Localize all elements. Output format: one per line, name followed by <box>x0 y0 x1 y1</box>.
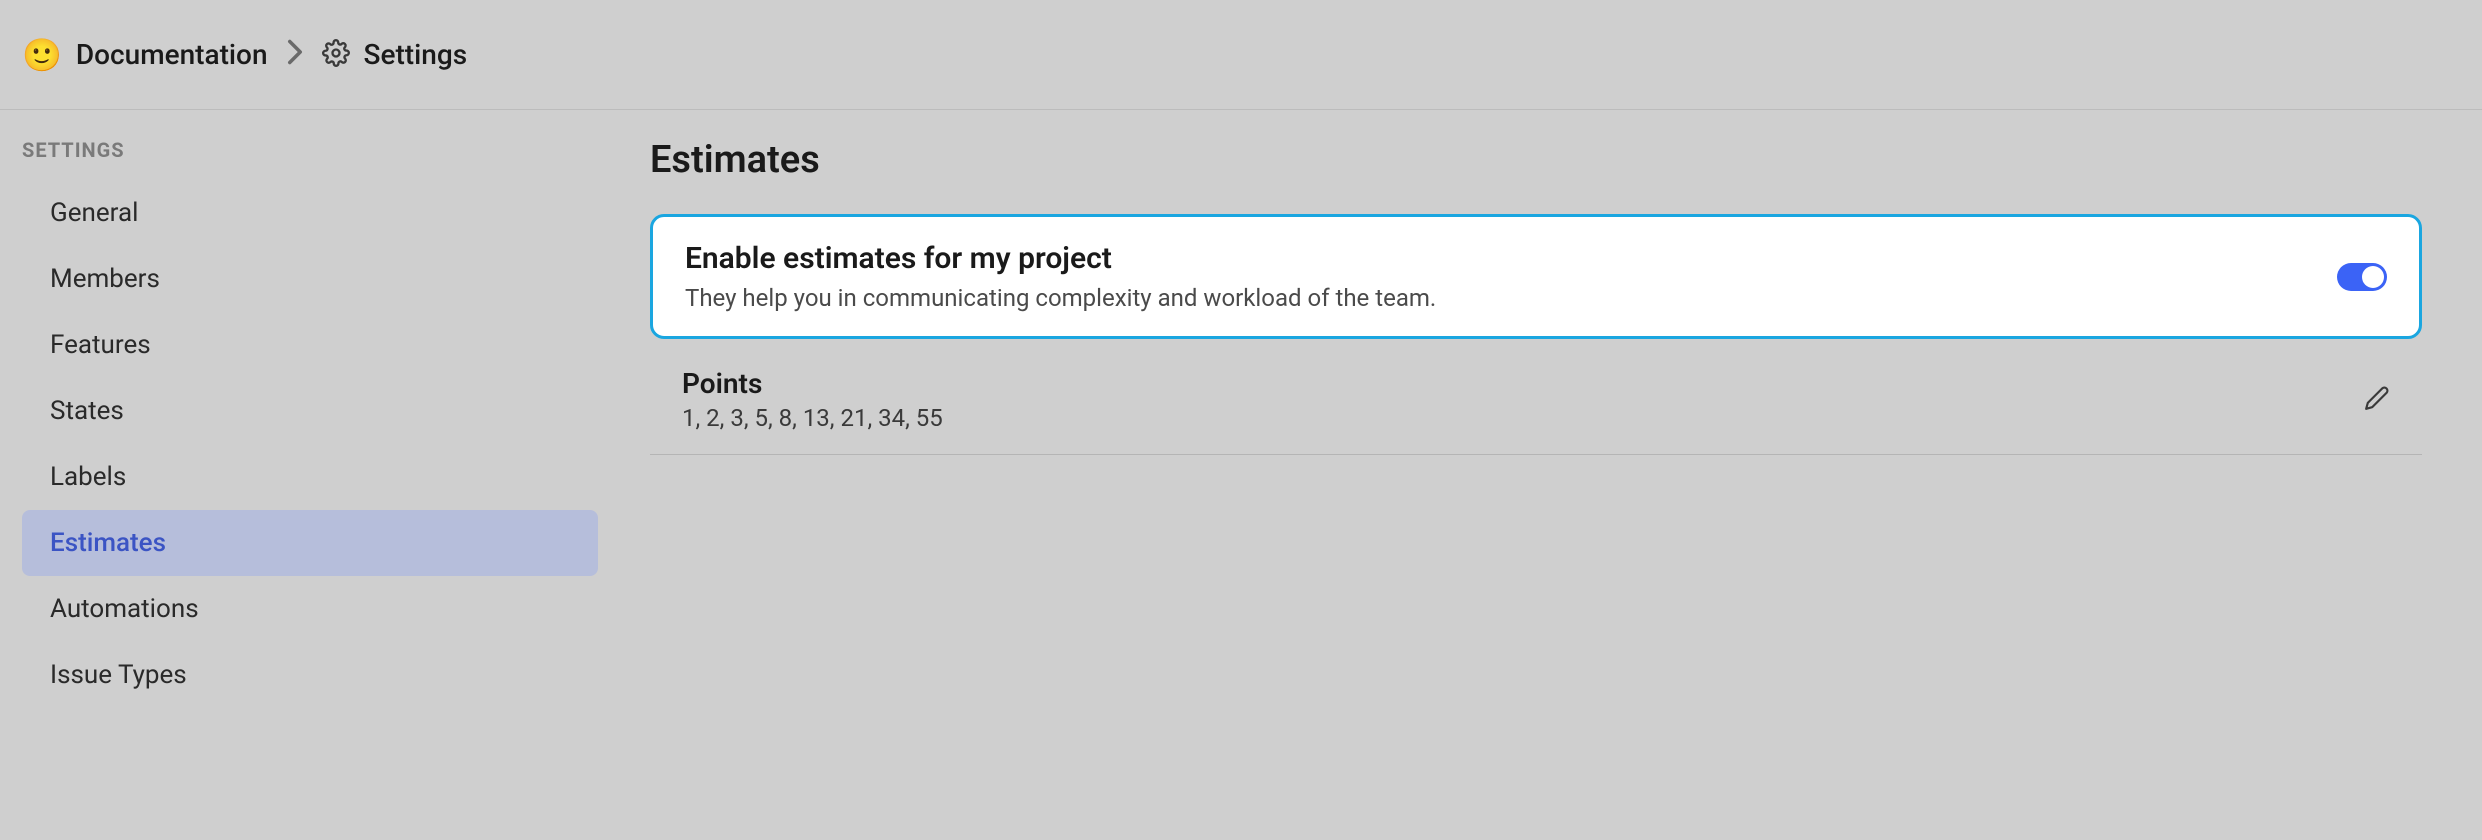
sidebar-item-members[interactable]: Members <box>22 246 598 312</box>
page-title: Estimates <box>650 138 2422 182</box>
breadcrumb-settings[interactable]: Settings <box>322 38 468 71</box>
sidebar-item-automations[interactable]: Automations <box>22 576 598 642</box>
breadcrumb-project[interactable]: 🙂 Documentation <box>22 38 268 71</box>
chevron-right-icon <box>286 38 304 72</box>
enable-estimates-title: Enable estimates for my project <box>685 241 2337 276</box>
breadcrumb-settings-label: Settings <box>364 38 468 71</box>
sidebar-item-issue-types[interactable]: Issue Types <box>22 642 598 708</box>
sidebar-heading: SETTINGS <box>22 138 598 180</box>
sidebar-item-general[interactable]: General <box>22 180 598 246</box>
main-content: Estimates Enable estimates for my projec… <box>620 138 2482 708</box>
settings-sidebar: SETTINGS General Members Features States… <box>0 138 620 708</box>
points-title: Points <box>682 367 2364 400</box>
enable-estimates-subtitle: They help you in communicating complexit… <box>685 284 2337 312</box>
sidebar-item-labels[interactable]: Labels <box>22 444 598 510</box>
points-values: 1, 2, 3, 5, 8, 13, 21, 34, 55 <box>682 404 2364 432</box>
gear-icon <box>322 39 350 71</box>
edit-icon[interactable] <box>2364 385 2390 415</box>
points-text: Points 1, 2, 3, 5, 8, 13, 21, 34, 55 <box>682 367 2364 432</box>
sidebar-item-features[interactable]: Features <box>22 312 598 378</box>
enable-estimates-toggle[interactable] <box>2337 263 2387 291</box>
points-row: Points 1, 2, 3, 5, 8, 13, 21, 34, 55 <box>650 339 2422 455</box>
project-emoji-icon: 🙂 <box>22 39 62 71</box>
enable-estimates-card: Enable estimates for my project They hel… <box>650 214 2422 339</box>
sidebar-item-estimates[interactable]: Estimates <box>22 510 598 576</box>
enable-estimates-text: Enable estimates for my project They hel… <box>685 241 2337 312</box>
content-wrapper: SETTINGS General Members Features States… <box>0 110 2482 708</box>
breadcrumb-header: 🙂 Documentation Settings <box>0 0 2482 110</box>
breadcrumb-project-label: Documentation <box>76 38 268 71</box>
sidebar-item-states[interactable]: States <box>22 378 598 444</box>
